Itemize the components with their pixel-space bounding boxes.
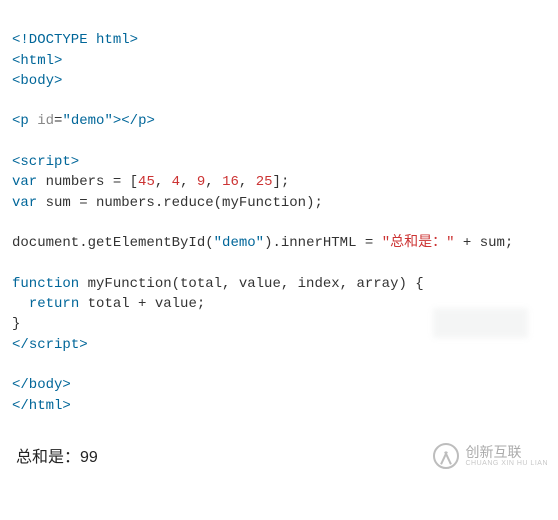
var-kw: var (12, 195, 37, 211)
attr-id: id (37, 113, 54, 129)
script-close-gt: > (79, 337, 87, 353)
script-close-lt: </ (12, 337, 29, 353)
doctype-open: <!DOCTYPE (12, 32, 88, 48)
p-close: </p> (121, 113, 155, 129)
script-close-name: script (29, 337, 79, 353)
numbers-decl: numbers = [ (37, 174, 138, 190)
get-elem: document.getElementById( (12, 235, 214, 251)
var-kw: var (12, 174, 37, 190)
attr-val: "demo" (62, 113, 112, 129)
watermark-sub: CHUANG XIN HU LIAN (465, 460, 548, 468)
watermark-brand: 创新互联 (465, 445, 548, 460)
func-sig: myFunction(total, value, index, array) { (79, 276, 423, 292)
sum-decl: sum = numbers.reduce(myFunction); (37, 195, 323, 211)
demo-arg: "demo" (214, 235, 264, 251)
html-open-tag: <html> (12, 53, 62, 69)
body-close-tag: </body> (12, 377, 71, 393)
doctype-rest: html> (88, 32, 138, 48)
num-25: 25 (256, 174, 273, 190)
watermark: 创新互联 CHUANG XIN HU LIAN (433, 443, 548, 469)
artifact-smudge (433, 308, 528, 338)
return-kw: return (29, 296, 79, 312)
num-4: 4 (172, 174, 180, 190)
script-open-tag: <script> (12, 154, 79, 170)
num-16: 16 (222, 174, 239, 190)
html-close-tag: </html> (12, 398, 71, 414)
body-open-tag: <body> (12, 73, 62, 89)
return-expr: total + value; (79, 296, 205, 312)
function-kw: function (12, 276, 79, 292)
close-brace: } (12, 316, 20, 332)
num-45: 45 (138, 174, 155, 190)
p-open: <p (12, 113, 37, 129)
watermark-logo-icon (433, 443, 459, 469)
p-mid: > (113, 113, 121, 129)
code-block: <!DOCTYPE html> <html> <body> <p id="dem… (12, 10, 546, 416)
string-literal: "总和是：" (382, 235, 455, 251)
